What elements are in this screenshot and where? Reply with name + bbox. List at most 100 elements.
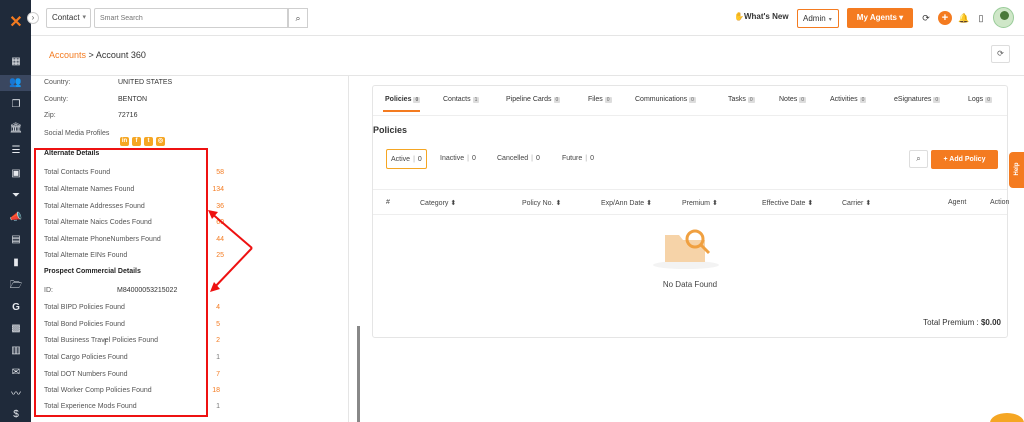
tab-tasks[interactable]: Tasks 0 xyxy=(728,96,755,103)
prospect-row-value[interactable]: 5 xyxy=(190,321,220,328)
bell-icon[interactable]: 🔔 xyxy=(958,12,970,24)
column-header-sortable[interactable]: Effective Date ⬍ xyxy=(762,199,813,207)
prospect-row-label: Total Cargo Policies Found xyxy=(44,354,128,361)
column-header-sortable[interactable]: Carrier ⬍ xyxy=(842,199,871,207)
alt-row-value[interactable]: 44 xyxy=(194,236,224,243)
role-select[interactable]: Admin ▾ xyxy=(797,9,839,28)
country-value: UNITED STATES xyxy=(118,79,173,86)
prospect-row-value[interactable]: 1 xyxy=(190,403,220,410)
column-header-sortable[interactable]: Exp/Ann Date ⬍ xyxy=(601,199,652,207)
breadcrumb-separator: > xyxy=(88,50,94,60)
facebook-icon[interactable]: f xyxy=(132,137,141,146)
prospect-row-value[interactable]: 1 xyxy=(190,354,220,361)
context-select[interactable]: Contact ▾ xyxy=(46,8,91,28)
tab-files[interactable]: Files 0 xyxy=(588,96,612,103)
help-tab[interactable]: Help xyxy=(1009,152,1024,188)
search-icon[interactable]: ⌕ xyxy=(288,8,308,28)
megaphone-icon[interactable]: 📣 xyxy=(8,210,24,226)
tab-count: 0 xyxy=(689,97,696,103)
dollar-icon[interactable]: $ xyxy=(8,407,24,422)
contact-card-icon[interactable]: ▣ xyxy=(8,166,24,182)
prospect-row-value[interactable]: 7 xyxy=(190,371,220,378)
tab-notes[interactable]: Notes 0 xyxy=(779,96,807,103)
filter-future[interactable]: Future | 0 xyxy=(562,149,594,169)
tab-contacts[interactable]: Contacts 1 xyxy=(443,96,480,103)
folder-icon[interactable]: 🗁 xyxy=(8,278,24,294)
tab-label: Policies xyxy=(385,96,412,103)
add-policy-button[interactable]: + Add Policy xyxy=(931,150,998,169)
filter-cancelled[interactable]: Cancelled | 0 xyxy=(497,149,540,169)
prospect-row-label: Total Worker Comp Policies Found xyxy=(44,387,152,394)
app-logo-icon[interactable]: ✕ xyxy=(7,14,25,32)
prospect-row-value[interactable]: 4 xyxy=(190,304,220,311)
bank-icon[interactable]: 🏛 xyxy=(8,121,24,137)
tab-count: 0 xyxy=(985,97,992,103)
column-header-sortable[interactable]: Policy No. ⬍ xyxy=(522,199,561,207)
sidebar: ✕ ▦ 👥 ❐ 🏛 ☰ ▣ ⏷ 📣 ▤ ▮ 🗁 G ▩ ▥ ✉ 〰 $ xyxy=(0,0,31,422)
tab-logs[interactable]: Logs 0 xyxy=(968,96,992,103)
filter-inactive[interactable]: Inactive | 0 xyxy=(440,149,476,169)
tab-policies[interactable]: Policies 0 xyxy=(385,96,421,103)
tab-communications[interactable]: Communications 0 xyxy=(635,96,696,103)
alt-row-value[interactable]: 58 xyxy=(194,169,224,176)
add-icon[interactable]: + xyxy=(938,11,952,25)
scrollbar[interactable] xyxy=(357,326,360,422)
empty-state-text: No Data Found xyxy=(662,280,718,289)
accounts-icon[interactable]: 👥 xyxy=(0,75,31,91)
text-cursor-icon: I xyxy=(104,338,107,347)
sidebar-collapse-button[interactable]: › xyxy=(27,12,39,24)
total-premium-label: Total Premium : xyxy=(923,318,979,327)
whats-new-link[interactable]: ✋What's New xyxy=(734,12,789,21)
filter-count: 0 xyxy=(535,155,540,162)
refresh-button[interactable]: ⟳ xyxy=(991,45,1010,63)
prospect-row-value[interactable]: 18 xyxy=(190,387,220,394)
sync-icon[interactable]: ⟳ xyxy=(920,12,932,24)
calculator-icon[interactable]: ▩ xyxy=(8,321,24,337)
prospect-id-value: M84000053215022 xyxy=(117,287,178,294)
prospect-row-value[interactable]: 2 xyxy=(190,337,220,344)
tab-label: Communications xyxy=(635,96,688,103)
calendar-icon[interactable]: ▥ xyxy=(8,343,24,359)
context-select-value: Contact xyxy=(52,13,80,22)
filter-icon[interactable]: ⏷ xyxy=(8,188,24,204)
signature-icon[interactable]: 〰 xyxy=(8,387,24,403)
google-icon[interactable]: G xyxy=(8,300,24,316)
copy-icon[interactable]: ❐ xyxy=(8,97,24,113)
chat-widget-button[interactable] xyxy=(990,413,1024,422)
globe-icon[interactable]: ◎ xyxy=(156,137,165,146)
twitter-icon[interactable]: t xyxy=(144,137,153,146)
breadcrumb-bar: Accounts > Account 360 ⟳ xyxy=(31,36,1024,76)
my-agents-button[interactable]: My Agents ▾ xyxy=(847,8,913,28)
column-header-sortable[interactable]: Category ⬍ xyxy=(420,199,456,207)
alt-row-value[interactable]: 36 xyxy=(194,203,224,210)
document-icon[interactable]: ▯ xyxy=(975,12,987,24)
tab-activities[interactable]: Activities 0 xyxy=(830,96,867,103)
alt-row-value[interactable]: 60 xyxy=(194,219,224,226)
tab-count: 0 xyxy=(933,97,941,103)
dashboard-icon[interactable]: ▦ xyxy=(8,54,24,70)
avatar[interactable] xyxy=(993,7,1014,28)
tab-pipeline-cards[interactable]: Pipeline Cards 0 xyxy=(506,96,561,103)
filter-active[interactable]: Active | 0 xyxy=(386,149,427,169)
tab-count: 0 xyxy=(413,97,421,103)
tab-count: 0 xyxy=(799,97,807,103)
prospect-row-label: Total Business Travel Policies Found xyxy=(44,337,158,344)
linkedin-icon[interactable]: in xyxy=(120,137,129,146)
chart-icon[interactable]: ▮ xyxy=(8,255,24,271)
alt-row-value[interactable]: 134 xyxy=(194,186,224,193)
column-header-sortable[interactable]: Premium ⬍ xyxy=(682,199,718,207)
column-header-label: Policy No. xyxy=(522,200,554,207)
column-header-label: Carrier xyxy=(842,200,864,207)
column-header-label: Effective Date xyxy=(762,200,806,207)
breadcrumb: Accounts > Account 360 xyxy=(49,50,146,60)
table-icon[interactable]: ▤ xyxy=(8,232,24,248)
tab-esignatures[interactable]: eSignatures 0 xyxy=(894,96,941,103)
search-icon[interactable]: ⌕ xyxy=(909,150,928,168)
list-icon[interactable]: ☰ xyxy=(8,143,24,159)
social-icons: in f t ◎ xyxy=(120,129,168,147)
tab-label: Tasks xyxy=(728,96,746,103)
smart-search-input[interactable] xyxy=(94,8,288,28)
alt-row-value[interactable]: 25 xyxy=(194,252,224,259)
mail-icon[interactable]: ✉ xyxy=(8,365,24,381)
breadcrumb-accounts-link[interactable]: Accounts xyxy=(49,50,86,60)
